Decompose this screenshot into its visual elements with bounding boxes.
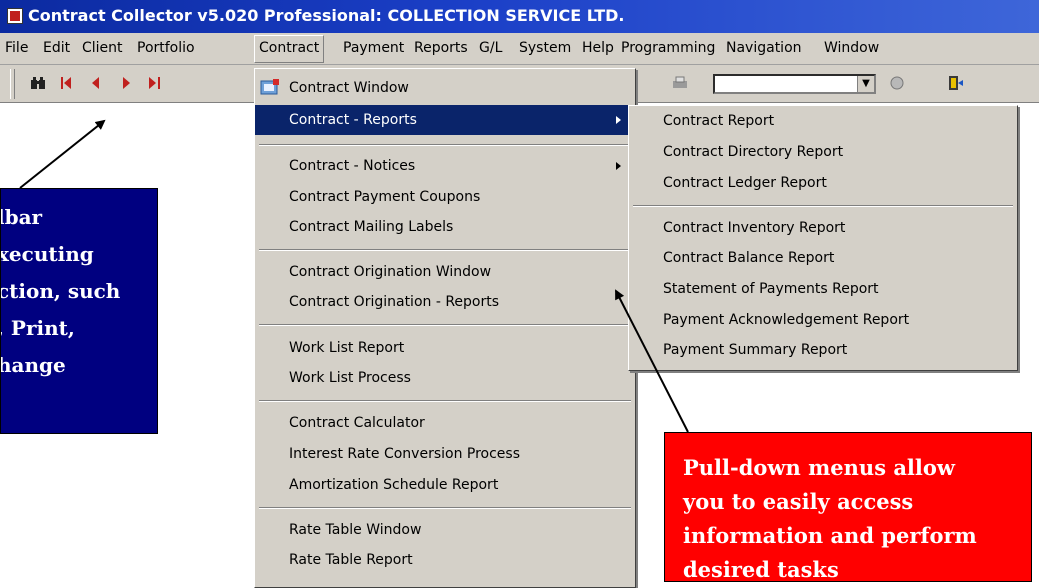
menu-item-label: Contract Mailing Labels (289, 219, 454, 235)
menu-separator (259, 249, 631, 251)
menu-item-contract-calculator[interactable]: Contract Calculator (255, 408, 635, 438)
last-record-icon[interactable] (146, 74, 164, 92)
app-icon[interactable] (7, 8, 23, 24)
menu-contract[interactable]: Contract (254, 35, 325, 63)
menu-item-label: Contract Window (289, 80, 409, 96)
menu-client[interactable]: Client (82, 40, 123, 56)
menu-gl[interactable]: G/L (479, 40, 502, 56)
callout-line: desired tasks (683, 557, 839, 582)
menu-item-rate-table-report[interactable]: Rate Table Report (255, 545, 635, 575)
menu-item-label: Contract Origination Window (289, 264, 492, 280)
menu-separator (633, 205, 1013, 207)
next-record-icon[interactable] (117, 74, 135, 92)
menu-item-label: Work List Report (289, 340, 405, 356)
window-title: Contract Collector v5.020 Professional: … (28, 6, 625, 25)
chevron-down-icon[interactable]: ▼ (857, 76, 874, 92)
submenu-arrow-icon (616, 162, 621, 170)
menu-item-contract-mailing-labels[interactable]: Contract Mailing Labels (255, 212, 635, 242)
menu-edit[interactable]: Edit (43, 40, 70, 56)
menu-programming[interactable]: Programming (621, 40, 715, 56)
toolbar-grip[interactable] (10, 69, 15, 99)
callout-line: Pull-down menus allow (683, 455, 955, 480)
printer-icon[interactable] (671, 74, 689, 92)
title-bar: Contract Collector v5.020 Professional: … (0, 0, 1039, 33)
callout-line: hange (0, 353, 66, 377)
callout-line: lbar (0, 205, 43, 229)
submenu-item-payment-acknowledgement-report[interactable]: Payment Acknowledgement Report (629, 305, 1017, 335)
menu-item-work-list-process[interactable]: Work List Process (255, 363, 635, 393)
menu-item-label: Rate Table Report (289, 552, 413, 568)
menu-separator (259, 144, 631, 146)
menu-portfolio[interactable]: Portfolio (137, 40, 195, 56)
menu-bar: File Edit Client Portfolio Contract Paym… (0, 33, 1039, 65)
menu-item-amortization-schedule-report[interactable]: Amortization Schedule Report (255, 470, 635, 500)
contract-window-icon (260, 79, 279, 95)
menu-item-label: Work List Process (289, 370, 411, 386)
submenu-item-contract-ledger-report[interactable]: Contract Ledger Report (629, 168, 1017, 198)
menu-item-label: Contract Origination - Reports (289, 294, 500, 310)
callout-line: xecuting (0, 242, 94, 266)
menu-separator (259, 400, 631, 402)
contract-reports-submenu: Contract Report Contract Directory Repor… (628, 105, 1018, 371)
menu-item-label: Contract Payment Coupons (289, 189, 481, 205)
toolbar-callout: lbar xecuting ction, such , Print, hange (0, 188, 158, 434)
shield-icon[interactable] (888, 74, 906, 92)
menu-system[interactable]: System (519, 40, 571, 56)
menu-payment[interactable]: Payment (343, 40, 404, 56)
menu-item-rate-table-window[interactable]: Rate Table Window (255, 515, 635, 545)
callout-line: information and perform (683, 523, 977, 548)
submenu-arrow-icon (616, 116, 621, 124)
binoculars-icon[interactable] (29, 74, 47, 92)
menu-item-label: Amortization Schedule Report (289, 477, 499, 493)
previous-record-icon[interactable] (87, 74, 105, 92)
menu-item-contract-window[interactable]: Contract Window (255, 73, 635, 103)
callout-line: ction, such (0, 279, 121, 303)
callout-line: , Print, (0, 316, 75, 340)
submenu-item-contract-inventory-report[interactable]: Contract Inventory Report (629, 213, 1017, 243)
menu-item-interest-rate-conversion[interactable]: Interest Rate Conversion Process (255, 439, 635, 469)
menu-item-label: Contract - Reports (289, 112, 417, 128)
submenu-item-statement-of-payments-report[interactable]: Statement of Payments Report (629, 274, 1017, 304)
toolbar-combo[interactable]: ▼ (713, 74, 876, 94)
contract-menu: Contract Window Contract - Reports Contr… (254, 68, 636, 588)
menu-callout: Pull-down menus allow you to easily acce… (664, 432, 1032, 582)
submenu-item-contract-report[interactable]: Contract Report (629, 106, 1017, 136)
menu-item-label: Rate Table Window (289, 522, 422, 538)
menu-help[interactable]: Help (582, 40, 614, 56)
menu-item-contract-reports[interactable]: Contract - Reports (255, 105, 635, 135)
menu-item-label: Contract - Notices (289, 158, 416, 174)
menu-file[interactable]: File (5, 40, 28, 56)
menu-separator (259, 324, 631, 326)
menu-separator (259, 507, 631, 509)
menu-item-work-list-report[interactable]: Work List Report (255, 333, 635, 363)
menu-item-contract-payment-coupons[interactable]: Contract Payment Coupons (255, 182, 635, 212)
menu-item-label: Contract Calculator (289, 415, 425, 431)
menu-item-contract-notices[interactable]: Contract - Notices (255, 151, 635, 181)
menu-item-contract-origination-reports[interactable]: Contract Origination - Reports (255, 287, 635, 317)
menu-reports[interactable]: Reports (414, 40, 468, 56)
menu-item-label: Interest Rate Conversion Process (289, 446, 520, 462)
first-record-icon[interactable] (58, 74, 76, 92)
menu-window[interactable]: Window (824, 40, 879, 56)
exit-door-icon[interactable] (946, 74, 964, 92)
callout-line: you to easily access (683, 489, 914, 514)
submenu-item-contract-balance-report[interactable]: Contract Balance Report (629, 243, 1017, 273)
submenu-item-contract-directory-report[interactable]: Contract Directory Report (629, 137, 1017, 167)
menu-item-contract-origination-window[interactable]: Contract Origination Window (255, 257, 635, 287)
menu-navigation[interactable]: Navigation (726, 40, 802, 56)
submenu-item-payment-summary-report[interactable]: Payment Summary Report (629, 335, 1017, 365)
